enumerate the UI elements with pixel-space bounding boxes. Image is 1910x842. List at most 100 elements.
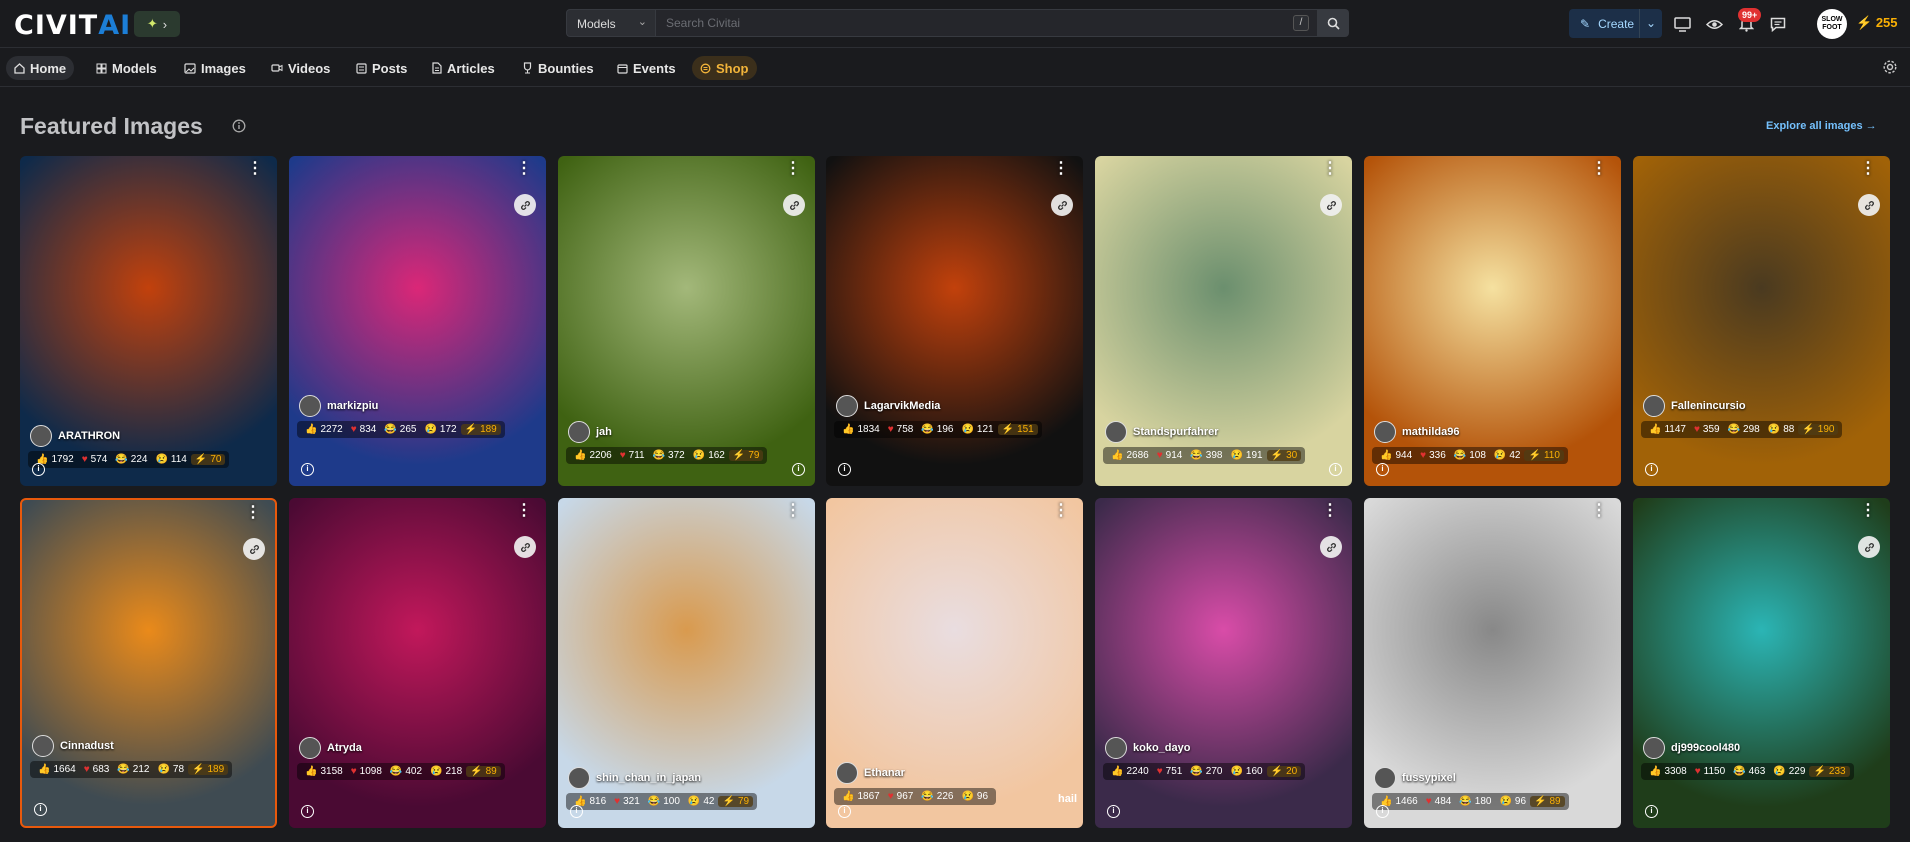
- like-reaction[interactable]: 👍 2240: [1107, 766, 1153, 777]
- info-icon[interactable]: i: [792, 463, 805, 476]
- monitor-icon[interactable]: [1672, 14, 1692, 34]
- nav-events[interactable]: Events: [609, 56, 684, 80]
- more-options-icon[interactable]: ⋮: [247, 161, 263, 177]
- nav-images[interactable]: Images: [176, 56, 254, 80]
- nav-posts[interactable]: Posts: [348, 56, 415, 80]
- user-avatar[interactable]: SLOW FOOT: [1817, 9, 1847, 39]
- buzz-tip[interactable]: ⚡ 70: [190, 454, 226, 465]
- heart-reaction[interactable]: ♥ 758: [884, 424, 918, 435]
- link-icon[interactable]: [243, 538, 265, 560]
- cry-reaction[interactable]: 😢 218: [426, 766, 466, 777]
- card-user[interactable]: koko_dayo: [1105, 737, 1190, 759]
- info-icon[interactable]: i: [838, 463, 851, 476]
- like-reaction[interactable]: 👍 3158: [301, 766, 347, 777]
- gear-icon[interactable]: [1882, 59, 1898, 80]
- nav-shop[interactable]: Shop: [692, 56, 757, 80]
- env-switcher-button[interactable]: ✦ ›: [134, 11, 180, 37]
- image-card[interactable]: ⋮ Cinnadust 👍 1664 ♥ 683 😂 212 😢 78 ⚡ 189 i: [20, 498, 277, 828]
- laugh-reaction[interactable]: 😂 372: [649, 450, 689, 461]
- laugh-reaction[interactable]: 😂 298: [1724, 424, 1764, 435]
- heart-reaction[interactable]: ♥ 751: [1153, 766, 1187, 777]
- card-user[interactable]: LagarvikMedia: [836, 395, 940, 417]
- like-reaction[interactable]: 👍 2272: [301, 424, 347, 435]
- info-icon[interactable]: i: [838, 805, 851, 818]
- more-options-icon[interactable]: ⋮: [1591, 503, 1607, 519]
- cry-reaction[interactable]: 😢 191: [1226, 450, 1266, 461]
- heart-reaction[interactable]: ♥ 834: [347, 424, 381, 435]
- laugh-reaction[interactable]: 😂 226: [917, 791, 957, 802]
- card-user[interactable]: Standspurfahrer: [1105, 421, 1219, 443]
- info-icon[interactable]: i: [1376, 805, 1389, 818]
- card-user[interactable]: fussypixel: [1374, 767, 1456, 789]
- more-options-icon[interactable]: ⋮: [1053, 161, 1069, 177]
- chat-icon[interactable]: [1768, 14, 1788, 34]
- buzz-tip[interactable]: ⚡ 110: [1524, 450, 1564, 461]
- more-options-icon[interactable]: ⋮: [1591, 161, 1607, 177]
- more-options-icon[interactable]: ⋮: [1053, 503, 1069, 519]
- laugh-reaction[interactable]: 😂 180: [1455, 796, 1495, 807]
- civitai-logo[interactable]: CIVITAI: [14, 10, 131, 41]
- like-reaction[interactable]: 👍 1834: [838, 424, 884, 435]
- laugh-reaction[interactable]: 😂 100: [644, 796, 684, 807]
- cry-reaction[interactable]: 😢 172: [420, 424, 460, 435]
- image-card[interactable]: ⋮ jah 👍 2206 ♥ 711 😂 372 😢 162 ⚡ 79 i: [558, 156, 815, 486]
- like-reaction[interactable]: 👍 2686: [1107, 450, 1153, 461]
- like-reaction[interactable]: 👍 1664: [34, 764, 80, 775]
- buzz-tip[interactable]: ⚡ 151: [997, 424, 1038, 435]
- buzz-tip[interactable]: ⚡ 189: [460, 424, 501, 435]
- link-icon[interactable]: [514, 194, 536, 216]
- cry-reaction[interactable]: 😢 229: [1769, 766, 1809, 777]
- image-card[interactable]: ⋮ shin_chan_in_japan 👍 816 ♥ 321 😂 100 😢 42 ⚡…: [558, 498, 815, 828]
- heart-reaction[interactable]: ♥ 359: [1690, 424, 1724, 435]
- info-icon[interactable]: i: [570, 805, 583, 818]
- buzz-tip[interactable]: ⚡ 89: [466, 766, 501, 777]
- image-card[interactable]: ⋮ koko_dayo 👍 2240 ♥ 751 😂 270 😢 160 ⚡ 20 i: [1095, 498, 1352, 828]
- like-reaction[interactable]: 👍 3308: [1645, 766, 1691, 777]
- nav-bounties[interactable]: Bounties: [514, 56, 602, 80]
- explore-all-images-link[interactable]: Explore all images →: [1766, 120, 1877, 132]
- card-user[interactable]: mathilda96: [1374, 421, 1459, 443]
- buzz-tip[interactable]: ⚡ 190: [1798, 424, 1839, 435]
- like-reaction[interactable]: 👍 2206: [570, 450, 616, 461]
- like-reaction[interactable]: 👍 1867: [838, 791, 884, 802]
- heart-reaction[interactable]: ♥ 914: [1153, 450, 1187, 461]
- like-reaction[interactable]: 👍 1147: [1645, 424, 1690, 435]
- eye-icon[interactable]: [1704, 14, 1724, 34]
- card-user[interactable]: Cinnadust: [32, 735, 114, 757]
- link-icon[interactable]: [1858, 194, 1880, 216]
- heart-reaction[interactable]: ♥ 321: [610, 796, 644, 807]
- cry-reaction[interactable]: 😢 162: [689, 450, 729, 461]
- link-icon[interactable]: [514, 536, 536, 558]
- cry-reaction[interactable]: 😢 42: [684, 796, 719, 807]
- image-card[interactable]: ⋮ LagarvikMedia 👍 1834 ♥ 758 😂 196 😢 121 ⚡ 151…: [826, 156, 1083, 486]
- cry-reaction[interactable]: 😢 160: [1226, 766, 1266, 777]
- image-card[interactable]: ⋮ markizpiu 👍 2272 ♥ 834 😂 265 😢 172 ⚡ 189 i: [289, 156, 546, 486]
- buzz-tip[interactable]: ⚡ 89: [1530, 796, 1565, 807]
- link-icon[interactable]: [1320, 194, 1342, 216]
- laugh-reaction[interactable]: 😂 224: [111, 454, 151, 465]
- laugh-reaction[interactable]: 😂 398: [1186, 450, 1226, 461]
- heart-reaction[interactable]: ♥ 967: [884, 791, 918, 802]
- cry-reaction[interactable]: 😢 114: [151, 454, 190, 465]
- search-button[interactable]: [1318, 9, 1349, 37]
- card-user[interactable]: Fallenincursio: [1643, 395, 1746, 417]
- more-options-icon[interactable]: ⋮: [1322, 503, 1338, 519]
- search-input[interactable]: [656, 9, 1318, 37]
- create-button[interactable]: ✎ Create ⌄: [1569, 9, 1662, 38]
- image-card[interactable]: ⋮ Standspurfahrer 👍 2686 ♥ 914 😂 398 😢 191 ⚡ 3…: [1095, 156, 1352, 486]
- cry-reaction[interactable]: 😢 88: [1764, 424, 1799, 435]
- heart-reaction[interactable]: ♥ 336: [1416, 450, 1450, 461]
- info-icon[interactable]: i: [301, 463, 314, 476]
- buzz-tip[interactable]: ⚡ 20: [1266, 766, 1302, 777]
- link-icon[interactable]: [1320, 536, 1342, 558]
- link-icon[interactable]: [783, 194, 805, 216]
- more-options-icon[interactable]: ⋮: [1322, 161, 1338, 177]
- buzz-tip[interactable]: ⚡ 79: [728, 450, 764, 461]
- laugh-reaction[interactable]: 😂 270: [1186, 766, 1226, 777]
- more-options-icon[interactable]: ⋮: [516, 161, 532, 177]
- laugh-reaction[interactable]: 😂 108: [1450, 450, 1490, 461]
- buzz-balance[interactable]: ⚡ 255: [1856, 15, 1898, 31]
- image-card[interactable]: ⋮ Ethanar 👍 1867 ♥ 967 😂 226 😢 96 hail i: [826, 498, 1083, 828]
- more-options-icon[interactable]: ⋮: [1860, 503, 1876, 519]
- heart-reaction[interactable]: ♥ 484: [1422, 796, 1456, 807]
